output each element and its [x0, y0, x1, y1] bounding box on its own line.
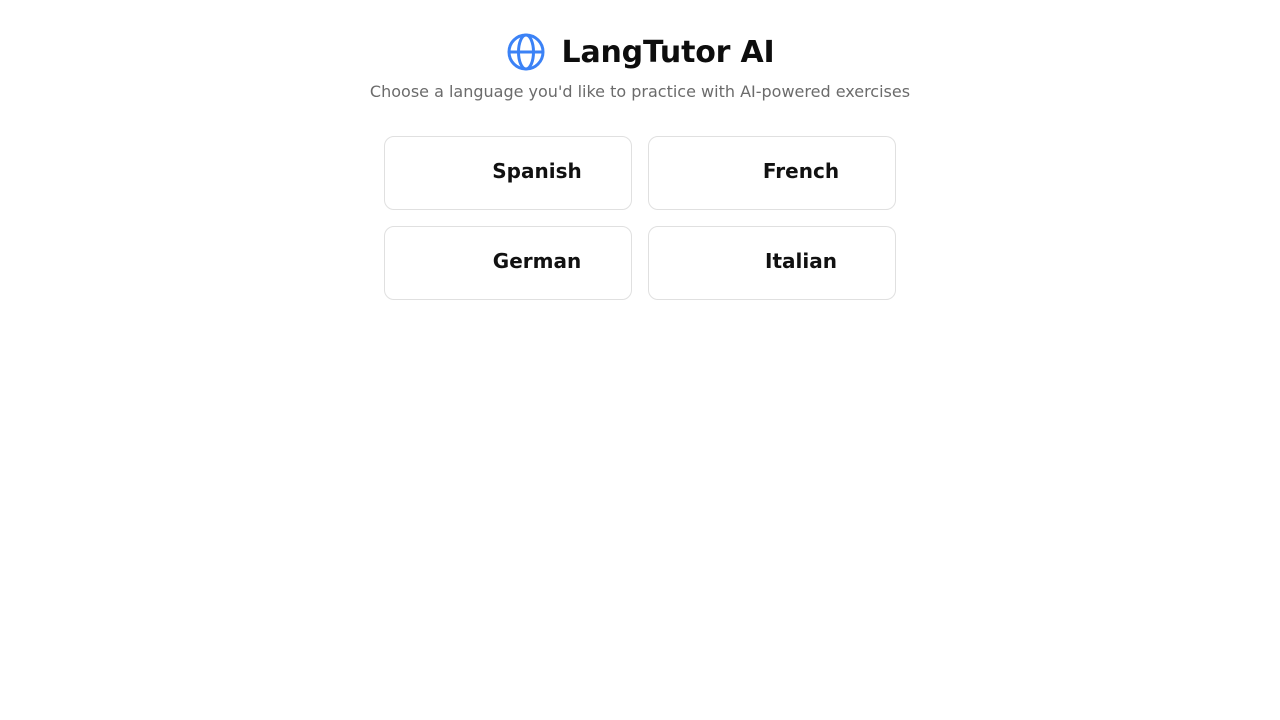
language-grid: Spanish French German Italian — [384, 136, 896, 300]
language-card-german[interactable]: German — [384, 226, 632, 300]
language-label: German — [492, 249, 582, 273]
language-label: Spanish — [492, 159, 582, 183]
language-label: French — [762, 159, 840, 183]
globe-icon — [506, 32, 546, 72]
app-title: LangTutor AI — [561, 34, 775, 70]
language-card-italian[interactable]: Italian — [648, 226, 896, 300]
app-header: LangTutor AI — [0, 31, 1280, 73]
language-card-spanish[interactable]: Spanish — [384, 136, 632, 210]
language-card-french[interactable]: French — [648, 136, 896, 210]
language-select-page: LangTutor AI Choose a language you'd lik… — [0, 0, 1280, 720]
page-subtitle: Choose a language you'd like to practice… — [369, 82, 911, 101]
language-label: Italian — [765, 249, 837, 273]
